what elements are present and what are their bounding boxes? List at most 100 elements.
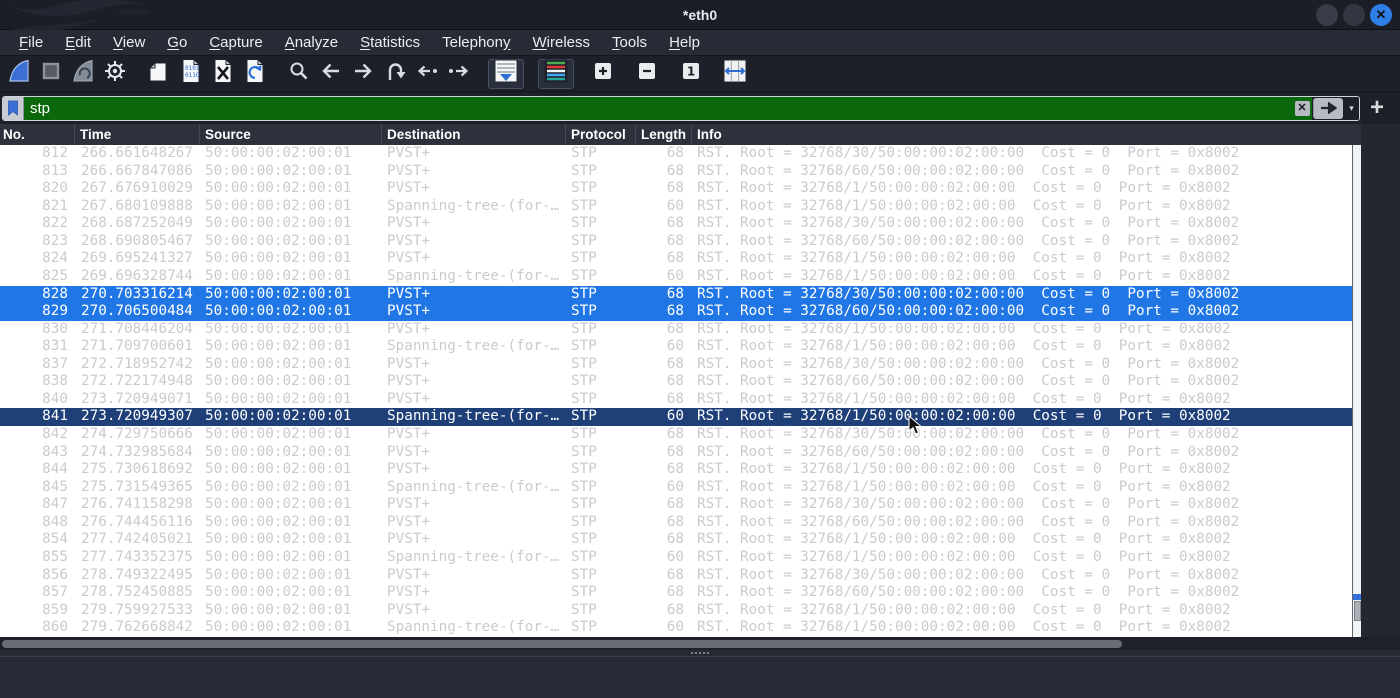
toolbar-button-zoom-in[interactable] — [588, 59, 618, 89]
filter-dropdown-caret[interactable]: ▾ — [1344, 96, 1359, 120]
maximize-button[interactable] — [1343, 4, 1365, 26]
packet-row[interactable]: 812 266.661648267 50:00:00:02:00:01 PVST+ ST… — [0, 145, 1352, 163]
packet-row[interactable]: 847 276.741158298 50:00:00:02:00:01 PVST+ ST… — [0, 496, 1352, 514]
cell-dst: Spanning-tree-(for-… — [387, 619, 560, 636]
add-filter-button[interactable]: + — [1370, 94, 1384, 122]
packet-row[interactable]: 842 274.729750666 50:00:00:02:00:01 PVST+ ST… — [0, 426, 1352, 444]
cell-time: 269.695241327 — [81, 250, 193, 267]
toolbar-button-capture-options[interactable] — [100, 59, 130, 89]
vscroll-thumb[interactable] — [1353, 601, 1361, 621]
packet-row[interactable]: 843 274.732985684 50:00:00:02:00:01 PVST+ ST… — [0, 444, 1352, 462]
cell-no: 821 — [42, 197, 68, 214]
packet-row[interactable]: 854 277.742405021 50:00:00:02:00:01 PVST+ ST… — [0, 531, 1352, 549]
filter-bookmark-icon[interactable] — [3, 96, 24, 120]
toolbar-button-reload-file[interactable] — [240, 58, 270, 89]
filter-clear-button[interactable]: ✕ — [1292, 96, 1312, 120]
dot-arrow-left-icon — [415, 59, 439, 88]
packet-row[interactable]: 822 268.687252049 50:00:00:02:00:01 PVST+ ST… — [0, 215, 1352, 233]
cell-len: 60 — [666, 548, 684, 565]
cell-no: 847 — [42, 496, 68, 513]
toolbar-button-colorize-packets[interactable] — [538, 58, 574, 89]
colorize-list-icon — [543, 58, 569, 89]
toolbar-button-close-file[interactable] — [208, 58, 238, 89]
toolbar-button-save-file[interactable]: 0101 0110 — [176, 58, 206, 89]
packet-row[interactable]: 845 275.731549365 50:00:00:02:00:01 Spannin… — [0, 479, 1352, 497]
cell-info: RST. Root = 32768/1/50:00:00:02:00:00 Co… — [697, 390, 1231, 407]
menu-item-edit[interactable]: Edit — [54, 30, 102, 56]
menu-item-view[interactable]: View — [102, 30, 156, 56]
packet-row[interactable]: 841 273.720949307 50:00:00:02:00:01 Spannin… — [0, 408, 1352, 426]
column-header-src[interactable]: Source — [200, 124, 382, 145]
toolbar-button-find-packet[interactable] — [284, 59, 314, 89]
packet-row[interactable]: 848 276.744456116 50:00:00:02:00:01 PVST+ ST… — [0, 514, 1352, 532]
window-title: *eth0 — [682, 7, 718, 23]
toolbar-button-start-capture[interactable] — [4, 59, 34, 89]
cell-proto: STP — [571, 145, 597, 161]
toolbar-button-zoom-out[interactable] — [632, 59, 662, 89]
menu-item-file[interactable]: File — [8, 30, 54, 56]
cell-no: 854 — [42, 531, 68, 548]
toolbar-button-resize-columns[interactable] — [720, 59, 750, 89]
toolbar-button-zoom-normal[interactable]: 1 — [676, 59, 706, 89]
toolbar-button-go-forward[interactable] — [348, 59, 378, 89]
menu-item-statistics[interactable]: Statistics — [349, 30, 431, 56]
packet-row[interactable]: 825 269.696328744 50:00:00:02:00:01 Spannin… — [0, 268, 1352, 286]
column-header-no[interactable]: No. — [0, 124, 75, 145]
toolbar-button-stop-capture[interactable] — [36, 59, 66, 89]
cell-time: 275.730618692 — [81, 461, 193, 478]
packet-row[interactable]: 823 268.690805467 50:00:00:02:00:01 PVST+ ST… — [0, 233, 1352, 251]
toolbar-button-next-packet[interactable] — [444, 59, 474, 89]
vertical-scrollbar[interactable] — [1352, 145, 1361, 637]
menu-item-help[interactable]: Help — [658, 30, 711, 56]
packet-row[interactable]: 857 278.752450885 50:00:00:02:00:01 PVST+ ST… — [0, 584, 1352, 602]
main-toolbar: 0101 0110 1 — [0, 56, 1400, 92]
display-filter-input[interactable] — [24, 96, 1292, 120]
toolbar-button-open-file[interactable] — [144, 59, 174, 89]
menu-item-capture[interactable]: Capture — [198, 30, 273, 56]
packet-row[interactable]: 830 271.708446204 50:00:00:02:00:01 PVST+ ST… — [0, 321, 1352, 339]
menu-item-analyze[interactable]: Analyze — [274, 30, 349, 56]
minimize-button[interactable] — [1316, 4, 1338, 26]
packet-row[interactable]: 855 277.743352375 50:00:00:02:00:01 Spannin… — [0, 549, 1352, 567]
packet-row[interactable]: 844 275.730618692 50:00:00:02:00:01 PVST+ ST… — [0, 461, 1352, 479]
packet-row[interactable]: 824 269.695241327 50:00:00:02:00:01 PVST+ ST… — [0, 250, 1352, 268]
cell-info: RST. Root = 32768/60/50:00:00:02:00:00 C… — [697, 303, 1240, 320]
menu-item-tools[interactable]: Tools — [601, 30, 658, 56]
cell-info: RST. Root = 32768/1/50:00:00:02:00:00 Co… — [697, 250, 1231, 267]
packet-row[interactable]: 831 271.709700601 50:00:00:02:00:01 Spannin… — [0, 338, 1352, 356]
toolbar-button-go-to-packet[interactable] — [380, 59, 410, 89]
packet-row[interactable]: 840 273.720949071 50:00:00:02:00:01 PVST+ ST… — [0, 391, 1352, 409]
column-header-len[interactable]: Length — [636, 124, 692, 145]
hscroll-thumb[interactable] — [2, 639, 1122, 648]
cell-src: 50:00:00:02:00:01 — [205, 373, 352, 390]
packet-row[interactable]: 828 270.703316214 50:00:00:02:00:01 PVST+ ST… — [0, 285, 1352, 304]
column-header-dst[interactable]: Destination — [382, 124, 566, 145]
cell-info: RST. Root = 32768/1/50:00:00:02:00:00 Co… — [697, 478, 1231, 495]
toolbar-button-auto-scroll[interactable] — [488, 58, 524, 89]
packet-row[interactable]: 813 266.667847086 50:00:00:02:00:01 PVST+ ST… — [0, 163, 1352, 181]
packet-row[interactable]: 860 279.762668842 50:00:00:02:00:01 Spannin… — [0, 619, 1352, 637]
cell-len: 68 — [666, 584, 684, 601]
toolbar-button-go-back[interactable] — [316, 59, 346, 89]
packet-row[interactable]: 829 270.706500484 50:00:00:02:00:01 PVST+ ST… — [0, 303, 1352, 321]
cell-len: 68 — [666, 373, 684, 390]
cell-src: 50:00:00:02:00:01 — [205, 197, 352, 214]
toolbar-button-restart-capture[interactable] — [68, 59, 98, 89]
packet-row[interactable]: 820 267.676910029 50:00:00:02:00:01 PVST+ ST… — [0, 180, 1352, 198]
toolbar-button-previous-packet[interactable] — [412, 59, 442, 89]
packet-row[interactable]: 856 278.749322495 50:00:00:02:00:01 PVST+ ST… — [0, 567, 1352, 585]
packet-row[interactable]: 838 272.722174948 50:00:00:02:00:01 PVST+ ST… — [0, 373, 1352, 391]
filter-apply-button[interactable] — [1313, 97, 1343, 119]
packet-row[interactable]: 859 279.759927533 50:00:00:02:00:01 PVST+ ST… — [0, 602, 1352, 620]
close-button[interactable]: ✕ — [1370, 4, 1392, 26]
cell-len: 68 — [666, 390, 684, 407]
menu-item-go[interactable]: Go — [156, 30, 198, 56]
horizontal-scrollbar[interactable] — [0, 637, 1400, 650]
column-header-time[interactable]: Time — [75, 124, 200, 145]
column-header-info[interactable]: Info — [692, 124, 1361, 145]
column-header-proto[interactable]: Protocol — [566, 124, 636, 145]
packet-row[interactable]: 821 267.680109888 50:00:00:02:00:01 Spannin… — [0, 198, 1352, 216]
packet-row[interactable]: 837 272.718952742 50:00:00:02:00:01 PVST+ ST… — [0, 356, 1352, 374]
menu-item-telephony[interactable]: Telephony — [431, 30, 521, 56]
menu-item-wireless[interactable]: Wireless — [522, 30, 602, 56]
